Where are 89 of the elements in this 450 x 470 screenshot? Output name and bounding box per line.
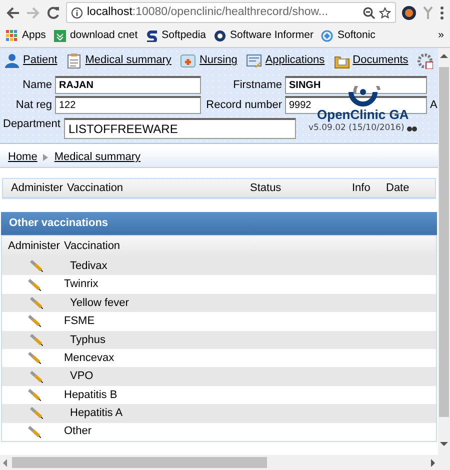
version-text: v5.09.02 (15/10/2016): [308, 122, 404, 135]
breadcrumb-link[interactable]: Medical summary: [54, 149, 141, 166]
input-field[interactable]: 122: [55, 96, 201, 114]
scroll-right-icon: [428, 458, 438, 466]
table-cell-text: FSME: [64, 314, 95, 330]
table-row[interactable]: VPO: [2, 367, 436, 386]
menu-link[interactable]: Nursing: [180, 52, 238, 69]
table-row[interactable]: Yellow fever: [2, 294, 436, 312]
table-cell-text: Typhus: [70, 332, 106, 348]
column-header: Date: [385, 180, 410, 196]
bookmark-label: Softpedia: [162, 28, 206, 44]
s-letter-logo-icon: [146, 30, 158, 42]
chevron-square-icon: [54, 30, 66, 42]
menu-link[interactable]: Patient: [4, 52, 58, 69]
table-cell-text: Other: [64, 424, 92, 440]
vertical-scrollbar[interactable]: [438, 48, 450, 470]
syringe-icon[interactable]: [29, 296, 43, 309]
reload-icon[interactable]: [46, 6, 60, 20]
column-header: Administer: [7, 239, 58, 254]
scroll-up-icon: [438, 52, 450, 60]
input-field[interactable]: LISTOFFREEWARE: [64, 118, 296, 139]
syringe-icon[interactable]: [29, 407, 43, 420]
bookmark-item[interactable]: download cnet: [54, 28, 138, 44]
table-cell-text: Hepatitis A: [70, 406, 123, 422]
person-icon: [4, 52, 20, 68]
field-label: Firstname: [232, 78, 282, 93]
address-bar[interactable]: localhost:10080/openclinic/healthrecord/show...: [66, 2, 396, 23]
field-label: Name: [22, 78, 52, 93]
scroll-down-icon: [438, 440, 450, 448]
bookmark-item[interactable]: Softonic: [321, 28, 376, 44]
field-label: A: [430, 98, 436, 113]
field-label: Nat reg: [14, 98, 52, 113]
form-pencil-icon: [246, 52, 262, 68]
field-label: Department: [3, 117, 60, 132]
syringe-icon[interactable]: [27, 426, 41, 438]
syringe-icon[interactable]: [29, 334, 43, 346]
apps-grid-icon: [6, 30, 18, 42]
syringe-icon[interactable]: [27, 352, 41, 364]
table-row[interactable]: Tedivax: [2, 257, 436, 276]
table-cell-text: Yellow fever: [70, 296, 129, 311]
back-icon[interactable]: [6, 6, 20, 20]
breadcrumb-arrow-icon: [43, 154, 48, 161]
syringe-icon[interactable]: [27, 278, 41, 291]
bookmark-item[interactable]: Apps: [6, 28, 46, 44]
bookmark-item[interactable]: Software Informer: [214, 28, 314, 44]
syringe-icon[interactable]: [27, 388, 41, 401]
extension-icon[interactable]: [422, 6, 434, 20]
forward-icon[interactable]: [26, 6, 40, 20]
table-cell-text: VPO: [70, 369, 94, 384]
url-text: localhost:10080/openclinic/healthrecord/show...: [87, 4, 328, 20]
table-cell-text: Mencevax: [64, 350, 114, 366]
medical-kit-icon: [180, 52, 196, 68]
glasses-icon: [407, 124, 418, 132]
field-label: Record number: [205, 98, 282, 113]
table-row[interactable]: Typhus: [2, 330, 436, 349]
bookmark-item[interactable]: Softpedia: [146, 28, 206, 44]
zoom-icon[interactable]: [363, 6, 375, 18]
star-icon[interactable]: [379, 6, 391, 18]
bookmark-label: Apps: [22, 28, 46, 44]
menu-icon[interactable]: [440, 6, 444, 20]
gear-calendar-icon[interactable]: [417, 52, 434, 68]
table-row[interactable]: Hepatitis A: [2, 404, 436, 423]
bookmark-label: Software Informer: [230, 28, 314, 44]
input-field[interactable]: RAJAN: [55, 76, 201, 94]
table-cell-text: Tedivax: [70, 258, 108, 274]
eye-circle-icon: [214, 30, 226, 42]
section-title-bar: Other vaccinations: [1, 212, 437, 235]
table-row[interactable]: Other: [2, 422, 436, 441]
horizontal-scrollbar[interactable]: [0, 455, 438, 470]
menu-link[interactable]: Medical summary: [66, 52, 172, 69]
column-header: Vaccination: [63, 239, 122, 254]
input-field[interactable]: SINGH: [285, 76, 427, 94]
breadcrumb-link[interactable]: Home: [8, 149, 38, 166]
menu-link[interactable]: Applications: [246, 52, 325, 69]
bookmark-label: Softonic: [337, 28, 376, 44]
syringe-icon[interactable]: [29, 260, 43, 272]
bookmark-label: download cnet: [70, 28, 138, 44]
profile-avatar-icon[interactable]: [402, 6, 416, 20]
menu-link[interactable]: Documents: [334, 52, 408, 69]
table-cell-text: Twinrix: [64, 277, 98, 292]
syringe-icon[interactable]: [27, 315, 41, 328]
more-bookmarks-button[interactable]: »: [438, 28, 444, 44]
table-cell-text: Hepatitis B: [64, 388, 118, 403]
syringe-icon[interactable]: [29, 370, 43, 383]
column-header: Info: [351, 180, 372, 196]
clipboard-icon: [66, 52, 82, 68]
circle-logo-icon: [321, 30, 334, 42]
info-icon: [71, 6, 83, 18]
column-header: Status: [249, 180, 282, 196]
